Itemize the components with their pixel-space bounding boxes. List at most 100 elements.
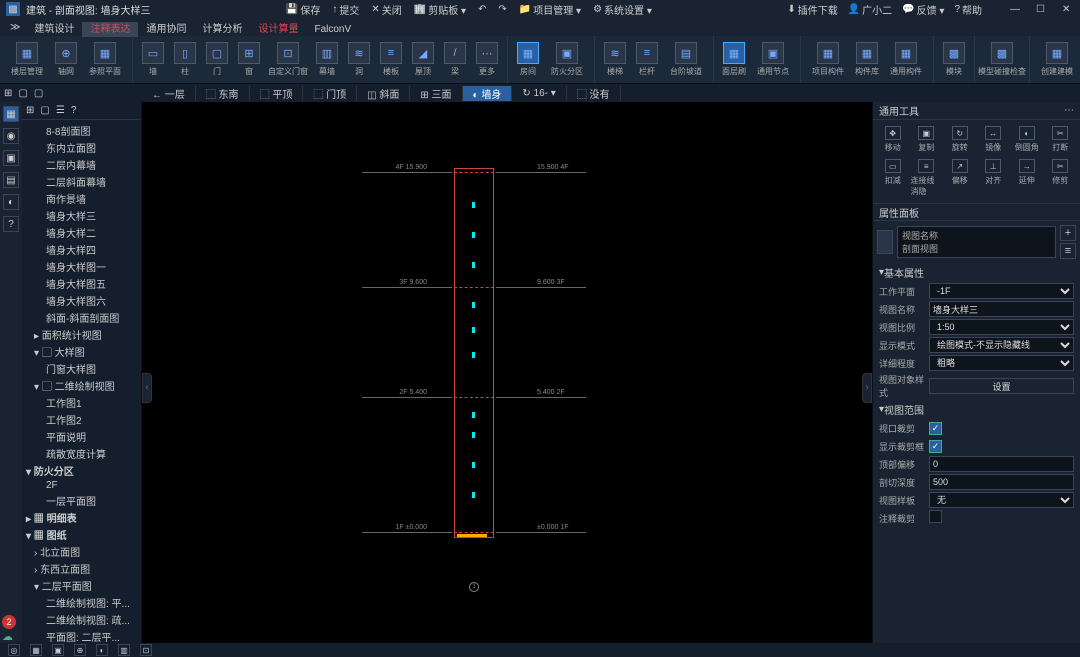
viewbar-tab[interactable]: ▢ <box>34 88 43 99</box>
tree-tab[interactable]: ☰ <box>56 105 65 116</box>
tool-button[interactable]: →延伸 <box>1011 157 1043 199</box>
view-segment[interactable]: ↻ 16- ▾ <box>512 86 566 101</box>
property-checkbox[interactable]: ✓ <box>929 422 942 435</box>
tool-button[interactable]: ▣复制 <box>911 124 943 155</box>
tree-item[interactable]: ▾ ▢ 大样图 <box>22 343 141 360</box>
ribbon-button[interactable]: ▩模块 <box>938 38 970 82</box>
ribbon-button[interactable]: ▦通用构件 <box>883 38 929 82</box>
tree-item[interactable]: 平面图: 二层平... <box>22 628 141 643</box>
tree-item[interactable]: ▸ 面积统计视图 <box>22 326 141 343</box>
tree-item[interactable]: 斜面-斜面剖面图 <box>22 309 141 326</box>
title-action[interactable]: 📁项目管理 ▾ <box>519 2 581 17</box>
tree-item[interactable]: 工作图2 <box>22 411 141 428</box>
title-right-item[interactable]: 💬反馈 ▾ <box>902 2 944 17</box>
menu-item[interactable]: 设计算量 <box>250 22 306 37</box>
rail-icon-3[interactable]: ▣ <box>3 150 19 166</box>
tree-tab[interactable]: ▢ <box>40 105 49 116</box>
ribbon-button[interactable]: ▦构件库 <box>851 38 883 82</box>
tree-item[interactable]: 二层内幕墙 <box>22 156 141 173</box>
tree-item[interactable]: 墙身大样图六 <box>22 292 141 309</box>
ribbon-button[interactable]: ▦房间 <box>512 38 544 82</box>
property-select[interactable]: -1F <box>929 283 1074 299</box>
tree-item[interactable]: 二维绘制视图: 平... <box>22 594 141 611</box>
ribbon-button[interactable]: ▦创建建模 <box>1034 38 1080 82</box>
canvas[interactable]: ‹ › 1 4F 15.90015.900 4F3F 9.6009.600 3F… <box>142 102 872 643</box>
title-right-item[interactable]: 👤广小二 <box>848 2 892 17</box>
menu-item[interactable]: 建筑设计 <box>26 22 82 37</box>
tools-menu-icon[interactable]: ⋯ <box>1064 105 1074 116</box>
tool-button[interactable]: ⊥对齐 <box>978 157 1010 199</box>
tree-item[interactable]: › 东西立面图 <box>22 560 141 577</box>
ribbon-button[interactable]: /梁 <box>439 38 471 82</box>
property-input[interactable] <box>929 456 1074 472</box>
ribbon-button[interactable]: ▦面层刷 <box>718 38 750 82</box>
tree-item[interactable]: 8-8剖面图 <box>22 122 141 139</box>
property-button[interactable]: 设置 <box>929 378 1074 394</box>
max-button[interactable]: ☐ <box>1036 4 1048 15</box>
status-icon[interactable]: ⊕ <box>74 644 86 656</box>
tree-item[interactable]: ▾ 防火分区 <box>22 462 141 479</box>
tree-item[interactable]: 工作图1 <box>22 394 141 411</box>
section-range[interactable]: ▾ 视图范围 <box>873 400 1080 419</box>
title-right-item[interactable]: ⬇插件下载 <box>787 2 837 17</box>
tool-button[interactable]: ✥移动 <box>877 124 909 155</box>
tree-item[interactable]: 门窗大样图 <box>22 360 141 377</box>
tree-item[interactable]: 墙身大样图五 <box>22 275 141 292</box>
title-action[interactable]: ↑提交 <box>332 2 359 17</box>
section-basic[interactable]: ▾ 基本属性 <box>873 263 1080 282</box>
view-segment[interactable]: ⬚ 门顶 <box>303 86 357 101</box>
ribbon-button[interactable]: ▥幕墙 <box>311 38 343 82</box>
add-view-button[interactable]: + <box>1060 225 1076 241</box>
ribbon-button[interactable]: ▦楼层管理 <box>4 38 50 82</box>
tree-item[interactable]: 墙身大样四 <box>22 241 141 258</box>
ribbon-button[interactable]: ⊡自定义门窗 <box>265 38 311 82</box>
view-segment[interactable]: ◫ 斜面 <box>357 86 410 101</box>
view-segment[interactable]: ⬚ 没有 <box>567 86 621 101</box>
tree-item[interactable]: ▾ ▦ 图纸 <box>22 526 141 543</box>
rail-icon-5[interactable]: ◐ <box>3 194 19 210</box>
property-select[interactable]: 无 <box>929 492 1074 508</box>
ribbon-button[interactable]: ▢门 <box>201 38 233 82</box>
title-action[interactable]: 💾保存 <box>286 2 320 17</box>
property-checkbox[interactable]: ✓ <box>929 440 942 453</box>
tree-item[interactable]: 墙身大样二 <box>22 224 141 241</box>
ribbon-button[interactable]: ≋楼梯 <box>599 38 631 82</box>
tree-item[interactable]: 墙身大样图一 <box>22 258 141 275</box>
ribbon-button[interactable]: ▦项目构件 <box>805 38 851 82</box>
status-icon[interactable]: ▦ <box>30 644 42 656</box>
ribbon-button[interactable]: ⊞窗 <box>233 38 265 82</box>
status-icon[interactable]: ⊡ <box>140 644 152 656</box>
tool-button[interactable]: ✂修剪 <box>1045 157 1077 199</box>
close-button[interactable]: ✕ <box>1062 4 1074 15</box>
tree-item[interactable]: 南作景墙 <box>22 190 141 207</box>
tree-item[interactable]: 平面说明 <box>22 428 141 445</box>
view-segment[interactable]: ⊞ 三面 <box>410 86 462 101</box>
title-action[interactable]: 🏢剪贴板 ▾ <box>414 2 466 17</box>
title-right-item[interactable]: ?帮助 <box>954 2 982 17</box>
property-input[interactable] <box>929 474 1074 490</box>
tool-button[interactable]: ✂打断 <box>1045 124 1077 155</box>
tool-button[interactable]: ≡连接线消隐 <box>911 157 943 199</box>
rail-icon-6[interactable]: ? <box>3 216 19 232</box>
view-options-button[interactable]: ≡ <box>1060 243 1076 259</box>
title-action[interactable]: ⚙系统设置 ▾ <box>593 2 652 17</box>
property-select[interactable]: 绘图模式-不显示隐藏线 <box>929 337 1074 353</box>
ribbon-button[interactable]: ⊕轴网 <box>50 38 82 82</box>
menu-item[interactable]: 通用协同 <box>138 22 194 37</box>
title-action[interactable]: ↷ <box>498 4 506 15</box>
cloud-sync-icon[interactable]: ☁ <box>2 630 13 643</box>
menu-item[interactable]: FalconV <box>306 22 359 37</box>
tree-item[interactable]: 二维绘制视图: 疏... <box>22 611 141 628</box>
tool-button[interactable]: ↗偏移 <box>944 157 976 199</box>
ribbon-button[interactable]: ▣通用节点 <box>750 38 796 82</box>
ribbon-button[interactable]: ▤台阶坡道 <box>663 38 709 82</box>
collapse-menu-icon[interactable]: ≫ <box>6 20 24 35</box>
rail-icon-4[interactable]: ▤ <box>3 172 19 188</box>
viewbar-tab[interactable]: ⊞ <box>4 88 12 99</box>
tool-button[interactable]: ↔镜像 <box>978 124 1010 155</box>
tree-tab[interactable]: ? <box>71 105 77 116</box>
tool-button[interactable]: ◐倒圆角 <box>1011 124 1043 155</box>
tool-button[interactable]: ▭扣减 <box>877 157 909 199</box>
property-select[interactable]: 粗略 <box>929 355 1074 371</box>
property-select[interactable]: 1:50 <box>929 319 1074 335</box>
